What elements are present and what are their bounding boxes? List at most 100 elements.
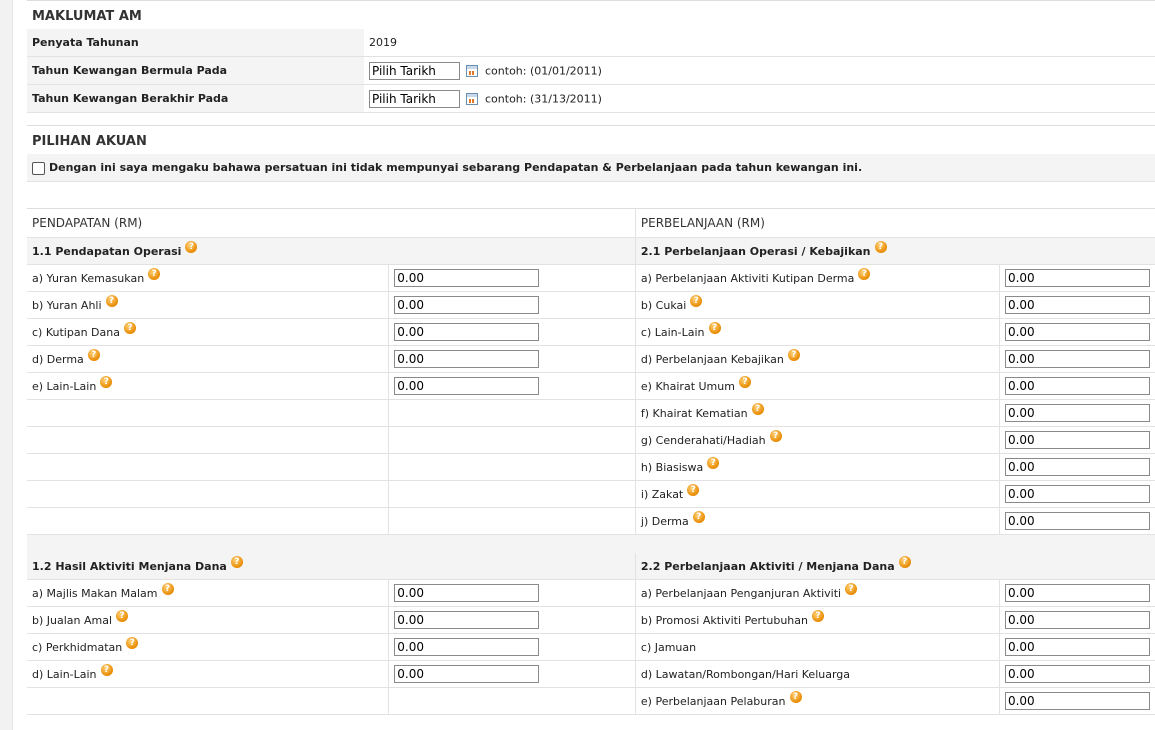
item-label: g) Cenderahati/Hadiah <box>640 433 766 447</box>
amount-input[interactable] <box>394 377 540 395</box>
amount-input[interactable] <box>1004 323 1150 341</box>
item-label: b) Jualan Amal <box>32 613 113 627</box>
calendar-icon[interactable] <box>466 92 478 105</box>
amount-input[interactable] <box>1004 638 1150 656</box>
akuan-checkbox-label[interactable]: Dengan ini saya mengaku bahawa persatuan… <box>49 161 862 174</box>
table-row: h) Biasiswa? <box>27 453 1155 481</box>
maklumat-am-title: MAKLUMAT AM <box>27 0 1155 29</box>
left-sidebar-strip <box>0 0 13 730</box>
amount-input[interactable] <box>1004 404 1150 422</box>
item-label: d) Lain-Lain <box>32 667 97 681</box>
amount-input[interactable] <box>1004 377 1150 395</box>
section-header-row: 1.1 Pendapatan Operasi? 2.1 Perbelanjaan… <box>27 237 1155 265</box>
help-question-icon[interactable]: ? <box>874 240 887 253</box>
item-label: h) Biasiswa <box>640 460 704 474</box>
help-question-icon[interactable]: ? <box>769 429 782 442</box>
item-label: a) Majlis Makan Malam <box>32 586 158 600</box>
amount-input[interactable] <box>1004 485 1150 503</box>
tahun-bermula-date-input[interactable] <box>369 61 460 80</box>
item-label: b) Yuran Ahli <box>32 298 102 312</box>
amount-input[interactable] <box>394 269 540 287</box>
amount-input[interactable] <box>1004 431 1150 449</box>
table-row: d) Derma?d) Perbelanjaan Kebajikan? <box>27 345 1155 373</box>
item-label: c) Kutipan Dana <box>32 325 120 339</box>
amount-input[interactable] <box>1004 458 1150 476</box>
table-row: c) Perkhidmatan? c) Jamuan <box>27 633 1155 661</box>
help-question-icon[interactable]: ? <box>812 609 824 622</box>
amount-input[interactable] <box>394 350 540 368</box>
amount-input[interactable] <box>1004 296 1150 314</box>
tahun-bermula-row: Tahun Kewangan Bermula Pada contoh: (01/… <box>27 56 1155 85</box>
amount-input[interactable] <box>1004 512 1150 530</box>
section-1-2-title: 1.2 Hasil Aktiviti Menjana Dana <box>32 559 227 573</box>
help-question-icon[interactable]: ? <box>898 555 911 568</box>
item-label: f) Khairat Kematian <box>640 406 748 420</box>
amount-input[interactable] <box>394 323 540 341</box>
item-label: c) Lain-Lain <box>640 325 705 339</box>
spacer-row <box>27 534 1155 553</box>
item-label: d) Derma <box>32 352 84 366</box>
calendar-icon[interactable] <box>466 64 478 77</box>
financial-column-header-row: PENDAPATAN (RM) PERBELANJAAN (RM) <box>27 208 1155 238</box>
tahun-berakhir-hint: contoh: (31/13/2011) <box>485 92 602 105</box>
tahun-berakhir-label: Tahun Kewangan Berakhir Pada <box>27 84 364 113</box>
help-question-icon[interactable]: ? <box>707 456 720 469</box>
table-row: c) Kutipan Dana?c) Lain-Lain? <box>27 318 1155 346</box>
help-question-icon[interactable]: ? <box>692 510 705 523</box>
amount-input[interactable] <box>394 665 540 683</box>
help-question-icon[interactable]: ? <box>100 375 113 388</box>
help-question-icon[interactable]: ? <box>787 348 800 361</box>
penyata-tahunan-value: 2019 <box>364 29 1155 57</box>
tahun-berakhir-row: Tahun Kewangan Berakhir Pada contoh: (31… <box>27 84 1155 113</box>
table-row: j) Derma? <box>27 507 1155 535</box>
help-question-icon[interactable]: ? <box>858 267 871 280</box>
maklumat-am-table: Penyata Tahunan 2019 Tahun Kewangan Berm… <box>27 29 1155 113</box>
help-question-icon[interactable]: ? <box>126 636 139 649</box>
item-label: e) Khairat Umum <box>640 379 735 393</box>
help-question-icon[interactable]: ? <box>690 294 703 307</box>
help-question-icon[interactable]: ? <box>185 240 198 253</box>
amount-input[interactable] <box>1004 611 1150 629</box>
section-header-row: 1.2 Hasil Aktiviti Menjana Dana? 2.2 Per… <box>27 553 1155 580</box>
help-question-icon[interactable]: ? <box>148 267 161 280</box>
help-question-icon[interactable]: ? <box>789 690 802 703</box>
help-question-icon[interactable]: ? <box>687 483 700 496</box>
form-wrapper: MAKLUMAT AM Penyata Tahunan 2019 Tahun K… <box>27 0 1155 715</box>
help-question-icon[interactable]: ? <box>123 321 136 334</box>
help-question-icon[interactable]: ? <box>87 348 100 361</box>
amount-input[interactable] <box>394 611 540 629</box>
amount-input[interactable] <box>394 584 540 602</box>
section-2-1-title: 2.1 Perbelanjaan Operasi / Kebajikan <box>640 244 871 258</box>
amount-input[interactable] <box>394 638 540 656</box>
section-1-body: a) Yuran Kemasukan?a) Perbelanjaan Aktiv… <box>27 264 1155 535</box>
amount-input[interactable] <box>394 296 540 314</box>
help-question-icon[interactable]: ? <box>161 582 174 595</box>
item-label: b) Cukai <box>640 298 687 312</box>
amount-input[interactable] <box>1004 350 1150 368</box>
help-question-icon[interactable]: ? <box>230 555 243 568</box>
help-question-icon[interactable]: ? <box>116 609 129 622</box>
item-label: a) Yuran Kemasukan <box>32 271 145 285</box>
amount-input[interactable] <box>1004 584 1150 602</box>
help-question-icon[interactable]: ? <box>738 375 751 388</box>
help-question-icon[interactable]: ? <box>751 402 764 415</box>
penyata-tahunan-label: Penyata Tahunan <box>27 29 364 57</box>
section-2-2-title: 2.2 Perbelanjaan Aktiviti / Menjana Dana <box>640 559 895 573</box>
help-question-icon[interactable]: ? <box>845 582 858 595</box>
tahun-berakhir-date-input[interactable] <box>369 89 460 108</box>
section-1-1-title: 1.1 Pendapatan Operasi <box>32 244 182 258</box>
akuan-row: Dengan ini saya mengaku bahawa persatuan… <box>27 154 1155 182</box>
akuan-checkbox[interactable] <box>32 161 45 175</box>
help-question-icon[interactable]: ? <box>100 663 113 676</box>
amount-input[interactable] <box>1004 269 1150 287</box>
pilihan-akuan-title: PILIHAN AKUAN <box>27 125 1155 154</box>
help-question-icon[interactable]: ? <box>105 294 118 307</box>
help-question-icon[interactable]: ? <box>708 321 721 334</box>
table-row: b) Jualan Amal? b) Promosi Aktiviti Pertu… <box>27 606 1155 634</box>
tahun-bermula-label: Tahun Kewangan Bermula Pada <box>27 56 364 85</box>
table-row: a) Yuran Kemasukan?a) Perbelanjaan Aktiv… <box>27 264 1155 292</box>
item-label: a) Perbelanjaan Aktiviti Kutipan Derma <box>640 271 855 285</box>
amount-input[interactable] <box>1004 665 1150 683</box>
amount-input[interactable] <box>1004 692 1150 710</box>
item-label: d) Perbelanjaan Kebajikan <box>640 352 784 366</box>
